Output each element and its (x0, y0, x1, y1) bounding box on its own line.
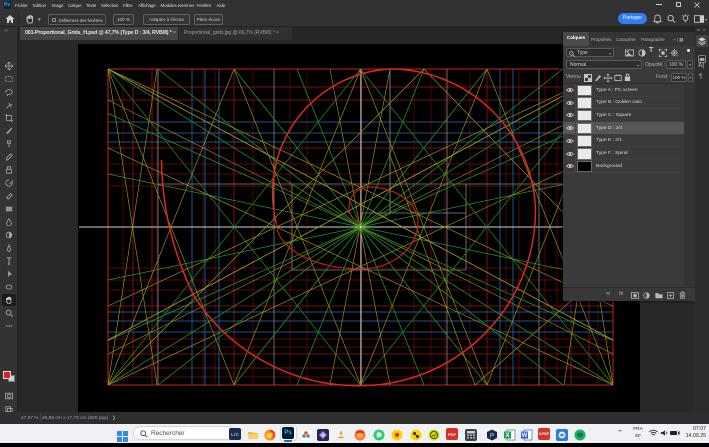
svg-text:X: X (505, 433, 509, 439)
svg-text:P: P (489, 433, 493, 439)
svg-text:W: W (521, 433, 527, 439)
